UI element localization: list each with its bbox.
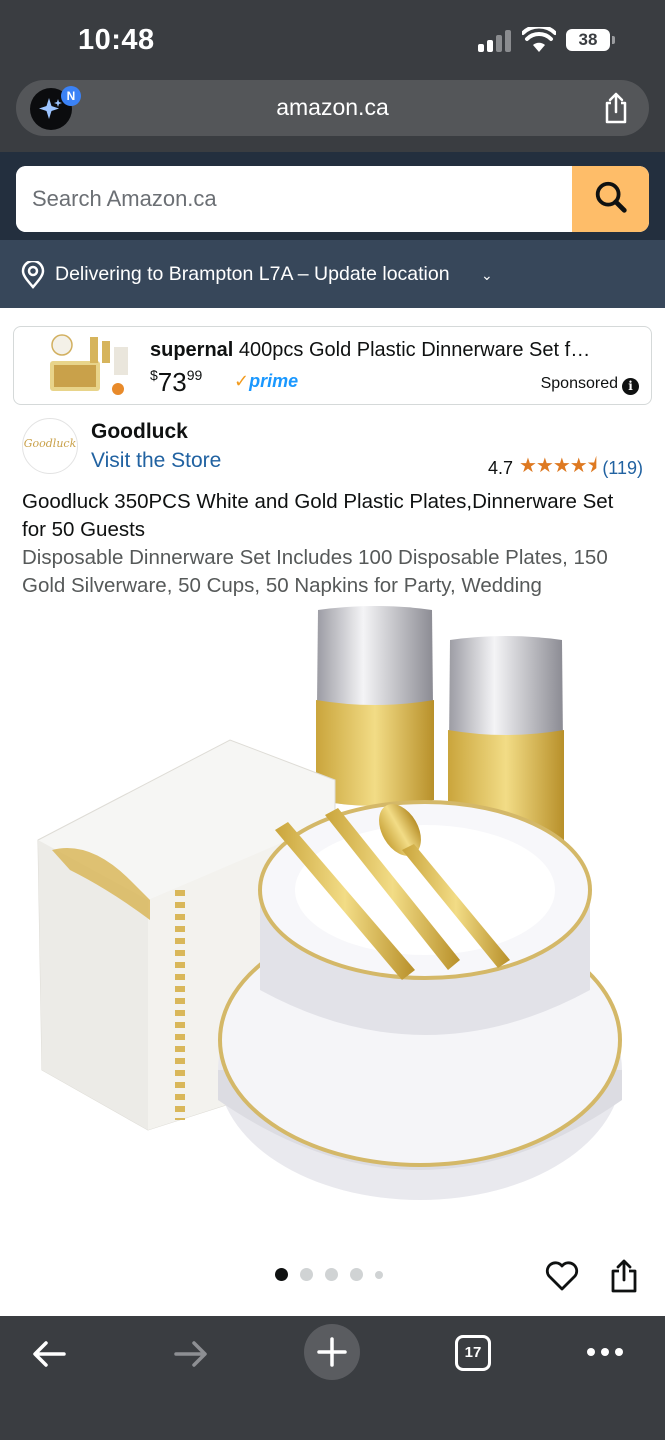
sponsored-label[interactable]: Sponsored i	[541, 375, 639, 395]
browser-top-chrome: 10:48 38 N amazon.ca	[0, 0, 665, 152]
store-logo-text: Goodluck	[23, 437, 77, 450]
browser-bottom-toolbar: 17	[0, 1316, 665, 1440]
sponsored-product-card[interactable]: supernal 400pcs Gold Plastic Dinnerware …	[13, 326, 652, 405]
chevron-down-icon: ⌄	[481, 267, 493, 283]
new-tab-button[interactable]	[304, 1324, 360, 1380]
wifi-icon	[522, 27, 556, 52]
address-bar[interactable]: N amazon.ca	[16, 80, 649, 136]
search-box	[16, 166, 649, 232]
share-icon[interactable]	[610, 1258, 638, 1294]
heart-icon[interactable]	[545, 1259, 579, 1293]
carousel-dot[interactable]	[300, 1268, 313, 1281]
sponsored-price: $7399	[150, 367, 203, 397]
share-icon[interactable]	[601, 92, 631, 124]
store-logo[interactable]: Goodluck	[22, 418, 78, 474]
delivery-location-bar[interactable]: Delivering to Brampton L7A – Update loca…	[0, 240, 665, 308]
forward-arrow-icon[interactable]	[170, 1334, 210, 1374]
battery-indicator: 38	[566, 29, 615, 51]
location-pin-icon	[21, 261, 45, 289]
tabs-icon[interactable]: 17	[455, 1335, 491, 1371]
search-button[interactable]	[572, 166, 649, 232]
carousel-dot[interactable]	[375, 1270, 383, 1279]
rating-value: 4.7	[487, 457, 513, 478]
more-icon[interactable]	[585, 1340, 625, 1364]
search-icon	[595, 181, 627, 213]
search-input[interactable]	[16, 166, 572, 232]
review-count[interactable]: (119)	[602, 458, 643, 479]
brand-name: Goodluck	[91, 420, 188, 443]
info-icon[interactable]: i	[622, 378, 639, 395]
sponsored-title-text: 400pcs Gold Plastic Dinnerware Set f…	[238, 339, 591, 361]
carousel-dots[interactable]	[275, 1268, 383, 1281]
back-arrow-icon[interactable]	[30, 1334, 70, 1374]
sponsored-product-image	[50, 334, 128, 395]
product-image[interactable]	[30, 600, 630, 1220]
product-rating[interactable]: 4.7 ★★★★⯨ (119)	[488, 451, 643, 485]
plus-icon	[317, 1337, 347, 1367]
carousel-dot[interactable]	[275, 1268, 288, 1281]
product-title: Goodluck 350PCS White and Gold Plastic P…	[22, 490, 614, 541]
star-rating-icon: ★★★★⯨	[518, 455, 597, 477]
product-subtitle: Disposable Dinnerware Set Includes 100 D…	[22, 546, 608, 597]
sponsored-brand: supernal	[150, 339, 234, 361]
sponsored-title[interactable]: supernal 400pcs Gold Plastic Dinnerware …	[150, 339, 640, 362]
status-time: 10:48	[78, 24, 155, 56]
visit-store-link[interactable]: Visit the Store	[91, 449, 221, 473]
amazon-header	[0, 152, 665, 240]
url-text[interactable]: amazon.ca	[16, 94, 649, 121]
carousel-dot[interactable]	[350, 1268, 363, 1281]
delivery-text[interactable]: Delivering to Brampton L7A – Update loca…	[55, 263, 450, 286]
prime-badge: ✓prime	[234, 371, 299, 391]
cellular-signal-icon	[478, 30, 514, 52]
carousel-dot[interactable]	[325, 1268, 338, 1281]
